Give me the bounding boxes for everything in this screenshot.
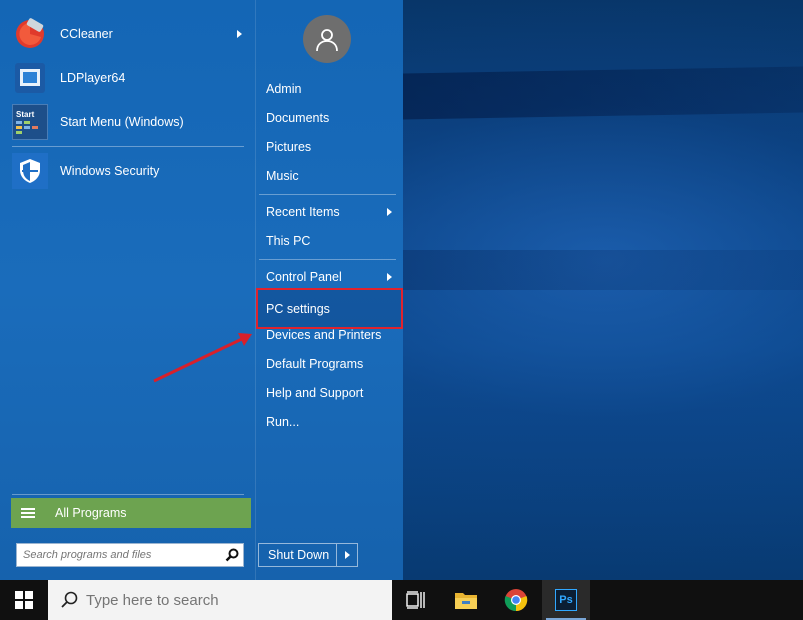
file-explorer-icon — [455, 593, 477, 609]
windows-logo-icon — [15, 591, 33, 609]
annotation-arrow — [153, 333, 252, 383]
taskbar-search-input[interactable] — [80, 590, 392, 610]
taskbar-search-box[interactable] — [48, 580, 392, 620]
task-view-icon — [406, 591, 425, 609]
photoshop-icon: Ps — [555, 589, 577, 611]
taskbar: Ps — [0, 580, 803, 620]
task-view-button[interactable] — [392, 580, 440, 620]
chrome-icon — [504, 589, 528, 612]
windows-start-button[interactable] — [0, 580, 48, 620]
photoshop-button[interactable]: Ps — [542, 580, 590, 620]
chrome-button[interactable] — [492, 580, 540, 620]
file-explorer-button[interactable] — [442, 580, 490, 620]
search-icon — [61, 591, 78, 608]
